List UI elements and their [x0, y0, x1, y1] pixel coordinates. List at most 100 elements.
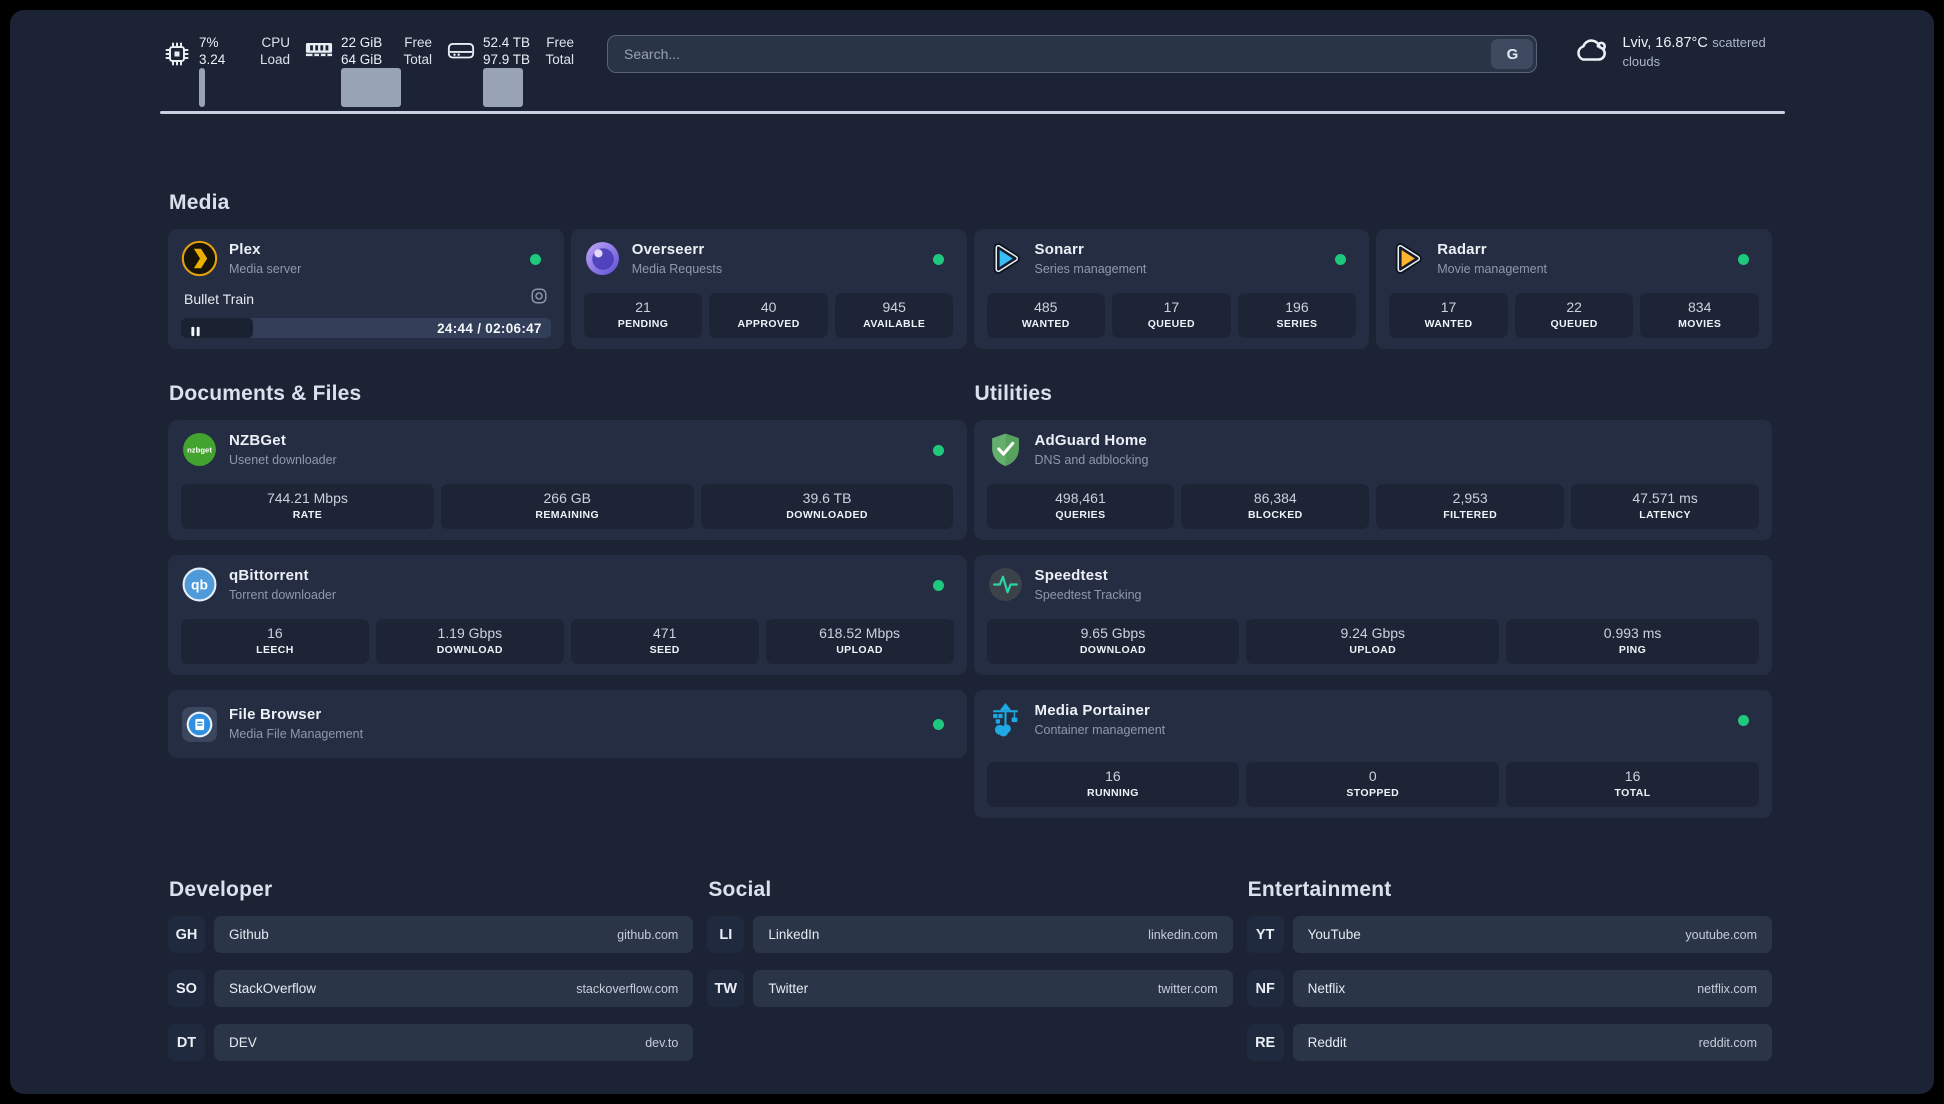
playback-time: 24:44 / 02:06:47: [437, 321, 542, 336]
service-subtitle: Container management: [1034, 722, 1166, 737]
bookmark-reddit[interactable]: RE Reddit reddit.com: [1246, 1024, 1772, 1061]
stat-label: AVAILABLE: [863, 318, 926, 330]
stat-value: 196: [1285, 299, 1309, 315]
stat-label: PENDING: [617, 318, 669, 330]
stat-value: 40: [760, 299, 777, 315]
stat-value: 16: [1105, 768, 1121, 784]
stat-label: STOPPED: [1346, 787, 1400, 799]
stat-box: 744.21 Mbps RATE: [181, 484, 434, 529]
stat-label: SERIES: [1276, 318, 1318, 330]
service-title: Overseerr: [631, 240, 705, 258]
stat-box: 266 GB REMAINING: [440, 484, 694, 529]
section-title-entertainment: Entertainment: [1247, 878, 1392, 901]
speedtest-icon: [987, 566, 1024, 603]
stat-label: DOWNLOAD: [1079, 644, 1147, 656]
stat-label: WANTED: [1021, 318, 1070, 330]
section-title-media: Media: [169, 191, 230, 214]
stat-value: 9.65 Gbps: [1080, 625, 1146, 641]
plex-icon: [181, 240, 218, 277]
bookmark-abbr: YT: [1246, 916, 1284, 953]
bookmark-abbr: TW: [707, 970, 745, 1007]
stat-box: 16 LEECH: [181, 619, 369, 664]
stat-box: 2,953 FILTERED: [1376, 484, 1565, 529]
service-card-plex[interactable]: Plex Media server Bullet Train 24:44 / 0…: [168, 229, 564, 349]
stat-box: 1.19 Gbps DOWNLOAD: [375, 619, 564, 664]
stat-value: 2,953: [1452, 490, 1488, 506]
stat-box: 40 APPROVED: [709, 293, 828, 338]
portainer-icon: [987, 701, 1024, 738]
bookmark-abbr: LI: [707, 916, 745, 953]
camera-icon: [530, 287, 548, 310]
stat-box: 16 TOTAL: [1506, 762, 1759, 807]
bookmark-domain: github.com: [617, 927, 679, 942]
stat-label: REMAINING: [535, 509, 600, 521]
service-subtitle: DNS and adblocking: [1034, 452, 1149, 467]
bookmark-abbr: SO: [168, 970, 205, 1007]
svg-text:nzbget: nzbget: [187, 445, 212, 454]
service-card-qbittorrent[interactable]: qb qBittorrent Torrent downloader 16 LEEC…: [168, 555, 967, 675]
stat-box: 485 WANTED: [986, 293, 1106, 338]
bookmark-github[interactable]: GH Github github.com: [168, 916, 694, 953]
stat-value: 498,461: [1055, 490, 1106, 506]
filebrowser-icon: [181, 706, 218, 743]
stat-box: 17 WANTED: [1389, 293, 1508, 338]
stat-label: QUEUED: [1147, 318, 1196, 330]
stat-box: 471 SEED: [570, 619, 759, 664]
stat-label: QUERIES: [1055, 509, 1106, 521]
section-title-utilities: Utilities: [974, 382, 1053, 405]
service-subtitle: Usenet downloader: [229, 452, 337, 467]
bookmark-stackoverflow[interactable]: SO StackOverflow stackoverflow.com: [168, 970, 694, 1007]
stat-label: DOWNLOADED: [786, 509, 868, 521]
service-card-adguard[interactable]: AdGuard Home DNS and adblocking 498,461 Q…: [973, 420, 1772, 540]
service-title: File Browser: [229, 706, 322, 723]
bookmark-abbr: GH: [168, 916, 205, 953]
stat-value: 471: [653, 625, 677, 641]
service-card-filebrowser[interactable]: File Browser Media File Management: [168, 690, 967, 758]
service-card-portainer[interactable]: Media Portainer Container management 16 R…: [973, 690, 1772, 818]
stat-value: 17: [1163, 299, 1180, 315]
stat-box: 196 SERIES: [1237, 293, 1357, 338]
status-online-dot: [932, 718, 944, 730]
stat-value: 1.19 Gbps: [437, 625, 503, 641]
stat-value: 39.6 TB: [802, 490, 852, 506]
bookmark-netflix[interactable]: NF Netflix netflix.com: [1246, 970, 1772, 1007]
stat-value: 9.24 Gbps: [1340, 625, 1406, 641]
service-subtitle: Media File Management: [229, 727, 364, 741]
service-title: Speedtest: [1034, 566, 1108, 584]
playback-progress-bar: 24:44 / 02:06:47: [181, 318, 551, 338]
stat-label: APPROVED: [737, 318, 800, 330]
bookmark-domain: linkedin.com: [1148, 927, 1218, 942]
section-title-developer: Developer: [169, 878, 273, 901]
stat-box: 945 AVAILABLE: [834, 293, 954, 338]
bookmark-domain: reddit.com: [1698, 1035, 1757, 1050]
status-online-dot: [932, 254, 944, 265]
bookmark-twitter[interactable]: TW Twitter twitter.com: [707, 970, 1233, 1007]
bookmark-youtube[interactable]: YT YouTube youtube.com: [1246, 916, 1772, 953]
service-card-nzbget[interactable]: nzbget NZBGet Usenet downloader 744.21 M…: [168, 420, 967, 540]
service-title: NZBGet: [229, 431, 287, 449]
stat-value: 16: [267, 625, 283, 641]
bookmark-dev[interactable]: DT DEV dev.to: [168, 1024, 694, 1061]
bookmark-abbr: RE: [1246, 1024, 1284, 1061]
service-subtitle: Torrent downloader: [229, 587, 337, 602]
stat-label: WANTED: [1424, 318, 1473, 330]
service-card-speedtest[interactable]: Speedtest Speedtest Tracking 9.65 Gbps DO…: [973, 555, 1772, 675]
status-online-dot: [932, 445, 944, 456]
stat-label: RATE: [292, 509, 323, 521]
stat-label: TOTAL: [1614, 787, 1651, 799]
bookmark-domain: stackoverflow.com: [576, 981, 679, 996]
status-online-dot: [1335, 254, 1347, 265]
service-card-overseerr[interactable]: Overseerr Media Requests 21 PENDING 40 APP…: [570, 229, 967, 349]
service-card-radarr[interactable]: Radarr Movie management 17 WANTED 22 QUEUE…: [1376, 229, 1772, 349]
stat-box: 86,384 BLOCKED: [1181, 484, 1370, 529]
service-title: AdGuard Home: [1034, 431, 1147, 449]
service-card-sonarr[interactable]: Sonarr Series management 485 WANTED 17 QUE…: [973, 229, 1370, 349]
service-subtitle: Series management: [1034, 261, 1147, 276]
stat-box: 0.993 ms PING: [1506, 619, 1759, 664]
stat-box: 9.24 Gbps UPLOAD: [1246, 619, 1500, 664]
stat-label: SEED: [649, 644, 680, 656]
stat-value: 47.571 ms: [1632, 490, 1698, 506]
bookmark-linkedin[interactable]: LI LinkedIn linkedin.com: [707, 916, 1233, 953]
now-playing-title: Bullet Train: [184, 290, 255, 307]
stat-value: 86,384: [1253, 490, 1297, 506]
